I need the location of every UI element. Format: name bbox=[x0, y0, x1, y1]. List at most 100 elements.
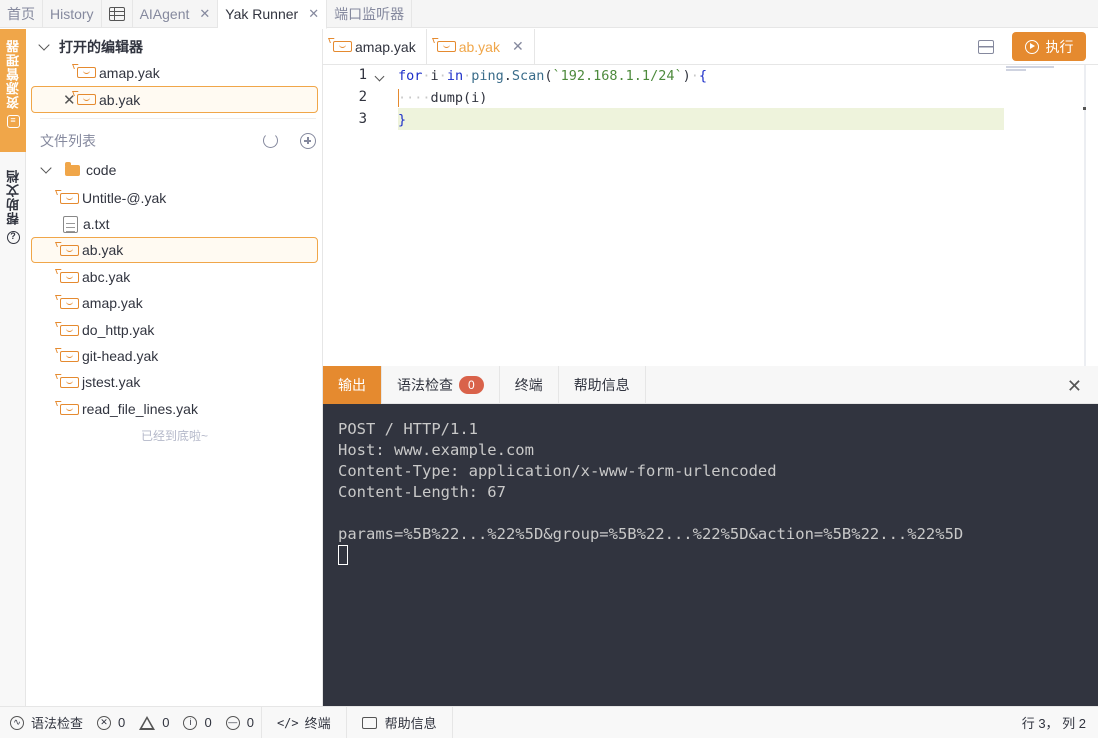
file-name: do_http.yak bbox=[82, 322, 155, 338]
tab-home-label: 首页 bbox=[7, 6, 35, 22]
run-button[interactable]: 执行 bbox=[1012, 32, 1086, 61]
output-console[interactable]: POST / HTTP/1.1 Host: www.example.com Co… bbox=[323, 404, 1098, 706]
text-file-icon bbox=[63, 215, 78, 233]
editor-tab[interactable]: amap.yak bbox=[323, 28, 427, 65]
file-list-title: 文件列表 bbox=[40, 133, 96, 149]
hint-icon: — bbox=[225, 715, 240, 730]
file-name: ab.yak bbox=[82, 242, 124, 258]
tab-table[interactable] bbox=[102, 0, 133, 28]
file-item[interactable]: read_file_lines.yak bbox=[31, 396, 318, 422]
status-errors[interactable]: ✕ 0 bbox=[90, 707, 132, 738]
file-name: read_file_lines.yak bbox=[82, 401, 198, 417]
status-help[interactable]: 帮助信息 bbox=[347, 706, 453, 738]
editor-tab-bar: amap.yak ab.yak ✕ 执行 bbox=[323, 28, 1098, 65]
file-item[interactable]: jstest.yak bbox=[31, 369, 318, 395]
run-button-label: 执行 bbox=[1045, 38, 1074, 55]
cursor-position-text: 行 3， 列 2 bbox=[1021, 716, 1086, 731]
status-terminal[interactable]: </> 终端 bbox=[262, 706, 347, 738]
info-count: 0 bbox=[204, 715, 212, 730]
yak-file-icon bbox=[60, 376, 79, 388]
open-editors-header[interactable]: 打开的编辑器 bbox=[38, 37, 143, 57]
play-icon bbox=[1024, 39, 1039, 54]
file-item[interactable]: Untitle-@.yak bbox=[31, 185, 318, 211]
tab-port-listener[interactable]: 端口监听器 bbox=[327, 0, 413, 28]
editor-tab-active[interactable]: ab.yak ✕ bbox=[427, 28, 535, 65]
open-editor-item[interactable]: ✕ amap.yak bbox=[31, 59, 318, 86]
tab-aiagent[interactable]: AIAgent ✕ bbox=[133, 0, 219, 28]
output-line: POST / HTTP/1.1 bbox=[338, 420, 478, 438]
file-item-selected[interactable]: ab.yak bbox=[31, 237, 318, 263]
file-item[interactable]: git-head.yak bbox=[31, 343, 318, 369]
tab-help-info[interactable]: 帮助信息 bbox=[559, 365, 646, 404]
fold-chevron-icon[interactable] bbox=[374, 71, 385, 82]
open-editor-name: amap.yak bbox=[99, 64, 160, 81]
tab-home[interactable]: 首页 bbox=[0, 0, 43, 28]
rail-explorer[interactable]: 资源管理器 ≡ bbox=[0, 29, 26, 152]
file-item[interactable]: amap.yak bbox=[31, 290, 318, 316]
tab-syntax-check[interactable]: 语法检查 0 bbox=[382, 365, 500, 404]
layout-toggle-icon[interactable] bbox=[978, 40, 994, 54]
minimap[interactable] bbox=[1006, 65, 1058, 71]
tab-history-label: History bbox=[50, 6, 94, 22]
tab-yak-runner[interactable]: Yak Runner ✕ bbox=[218, 0, 328, 29]
add-icon[interactable] bbox=[300, 133, 316, 149]
file-item[interactable]: abc.yak bbox=[31, 264, 318, 290]
status-warnings[interactable]: 0 bbox=[132, 707, 176, 738]
folder-name: code bbox=[86, 162, 117, 178]
error-icon: ✕ bbox=[97, 715, 112, 730]
panel-tab-bar: 输出 语法检查 0 终端 帮助信息 ✕ bbox=[323, 365, 1098, 404]
output-line: params=%5B%22...%22%5D&group=%5B%22...%2… bbox=[338, 525, 964, 543]
message-icon bbox=[361, 716, 377, 729]
file-item[interactable]: do_http.yak bbox=[31, 317, 318, 343]
status-syntax-check[interactable]: ∿ 语法检查 bbox=[0, 707, 90, 738]
file-item[interactable]: a.txt bbox=[31, 211, 318, 237]
tab-terminal[interactable]: 终端 bbox=[500, 365, 559, 404]
yak-file-icon bbox=[77, 67, 96, 78]
code-editor[interactable]: 1 2 3 for·i·in·ping.Scan(`192.168.1.1/24… bbox=[323, 65, 1098, 366]
warning-count: 0 bbox=[162, 715, 170, 730]
open-editor-name: ab.yak bbox=[99, 91, 141, 108]
tab-output-label: 输出 bbox=[338, 376, 366, 393]
status-syntax-label: 语法检查 bbox=[31, 716, 84, 731]
chevron-down-icon bbox=[38, 39, 50, 51]
cursor-position: 行 3， 列 2 bbox=[1015, 707, 1098, 738]
status-hints[interactable]: —0 bbox=[219, 706, 262, 738]
file-icon: ≡ bbox=[6, 115, 20, 128]
error-count: 0 bbox=[118, 715, 126, 730]
status-infos[interactable]: i0 bbox=[176, 707, 218, 738]
closing-brace: } bbox=[398, 112, 407, 128]
editor-scrollbar[interactable] bbox=[1084, 65, 1086, 366]
file-name: abc.yak bbox=[82, 269, 131, 285]
close-icon[interactable]: ✕ bbox=[1067, 376, 1082, 397]
yak-file-icon bbox=[333, 41, 352, 52]
tab-output[interactable]: 输出 bbox=[323, 365, 382, 404]
terminal-cursor bbox=[338, 545, 348, 565]
refresh-icon[interactable] bbox=[263, 133, 278, 148]
function-name: Scan bbox=[511, 68, 545, 84]
folder-code[interactable]: code bbox=[40, 161, 117, 178]
yak-file-icon bbox=[436, 41, 456, 52]
chevron-down-icon bbox=[40, 162, 52, 174]
file-name: jstest.yak bbox=[82, 374, 141, 390]
close-icon[interactable]: ✕ bbox=[512, 38, 524, 55]
close-icon[interactable]: ✕ bbox=[199, 6, 210, 22]
question-icon: ? bbox=[6, 231, 20, 244]
identifier: i bbox=[430, 68, 439, 84]
yak-file-icon bbox=[60, 297, 79, 309]
close-icon[interactable]: ✕ bbox=[308, 6, 319, 22]
tab-history[interactable]: History bbox=[43, 0, 102, 28]
line-number: 3 bbox=[358, 111, 367, 127]
warning-icon bbox=[139, 715, 156, 730]
yak-file-icon bbox=[60, 403, 79, 415]
rail-explorer-label: 资源管理器 bbox=[5, 39, 21, 109]
open-editor-item-selected[interactable]: ✕ ab.yak bbox=[31, 86, 318, 113]
rail-help-docs[interactable]: 帮助文档 ? bbox=[0, 159, 26, 264]
code-line-1: for·i·in·ping.Scan(`192.168.1.1/24`)·{ bbox=[398, 68, 707, 84]
function-call: dump(i) bbox=[430, 90, 488, 106]
output-line: Host: www.example.com bbox=[338, 441, 534, 459]
line-number: 1 bbox=[358, 67, 367, 83]
keyword: for bbox=[398, 68, 423, 84]
status-help-label: 帮助信息 bbox=[384, 716, 437, 731]
code-line-3: } bbox=[398, 109, 406, 131]
